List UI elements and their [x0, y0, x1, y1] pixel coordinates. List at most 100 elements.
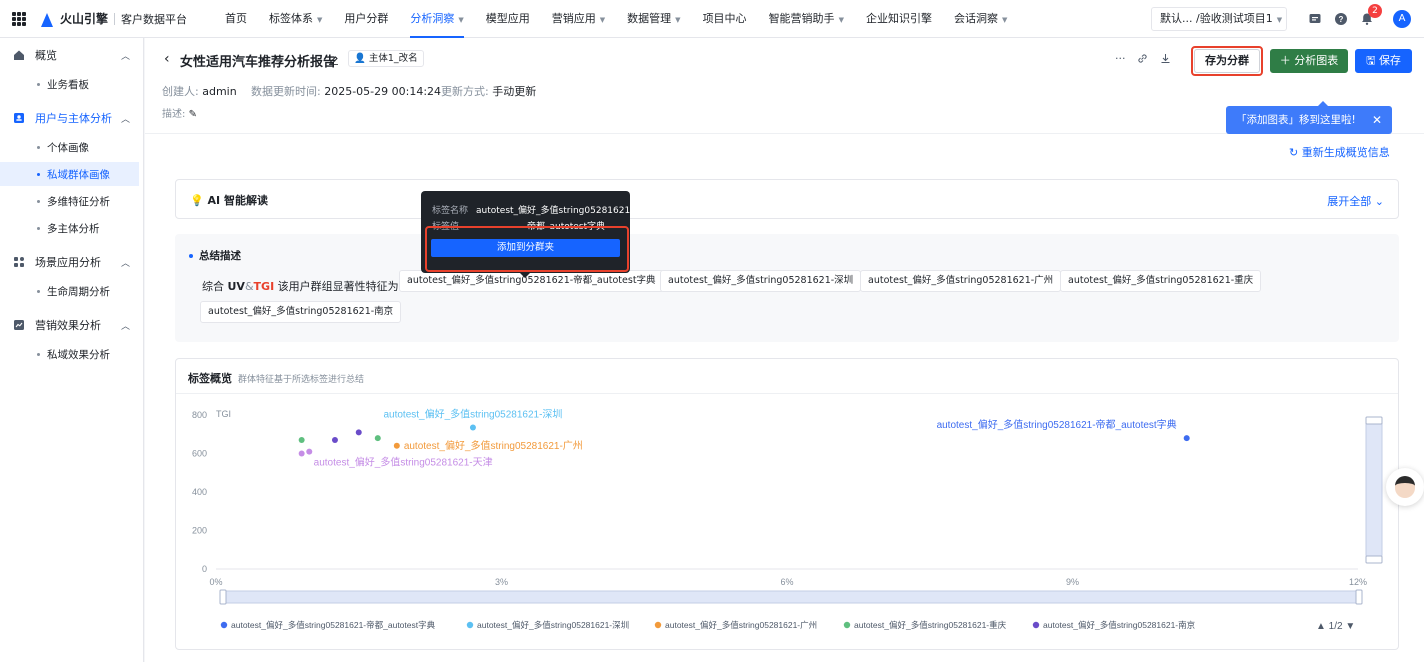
- save-button[interactable]: 🖫 保存: [1355, 49, 1412, 73]
- popover-button-highlight: [425, 226, 629, 272]
- nav-item[interactable]: 模型应用: [475, 0, 541, 38]
- y-range-slider[interactable]: [1365, 420, 1383, 558]
- feature-chip[interactable]: autotest_偏好_多值string05281621-帝都_autotest…: [399, 270, 664, 292]
- scatter-point[interactable]: [355, 429, 362, 436]
- sidebar-item[interactable]: 业务看板: [0, 72, 139, 96]
- feature-chip[interactable]: autotest_偏好_多值string05281621-广州: [860, 270, 1062, 292]
- user-avatar[interactable]: A: [1393, 10, 1411, 28]
- sidebar-item[interactable]: 私域群体画像: [0, 162, 139, 186]
- scatter-point[interactable]: [1183, 435, 1190, 442]
- ai-title-label: AI 智能解读: [207, 194, 268, 207]
- sidebar-group-label: 营销效果分析: [35, 319, 101, 332]
- person-icon: 👤: [354, 53, 366, 64]
- scatter-point[interactable]: [374, 435, 381, 442]
- popover-name-value: autotest_偏好_多值string05281621: [476, 206, 631, 216]
- feature-chip[interactable]: autotest_偏好_多值string05281621-南京: [200, 301, 402, 323]
- nav-item[interactable]: 用户分群: [333, 0, 399, 38]
- legend-marker[interactable]: [654, 621, 662, 629]
- sidebar-group[interactable]: 场景应用分析 ︿: [0, 249, 144, 275]
- sidebar-item[interactable]: 多主体分析: [0, 216, 139, 240]
- sidebar-item[interactable]: 个体画像: [0, 135, 139, 159]
- x-tick-label: 0%: [209, 577, 222, 587]
- popover-arrow: [520, 273, 530, 278]
- slider-handle-top[interactable]: [1365, 416, 1383, 425]
- more-icon[interactable]: ···: [1115, 52, 1126, 65]
- updated-meta: 数据更新时间: 2025-05-29 00:14:24: [251, 83, 441, 99]
- slider-handle-right[interactable]: [1355, 589, 1363, 605]
- sidebar-group[interactable]: 用户与主体分析 ︿: [0, 105, 144, 131]
- nav-item-label: 会话洞察: [953, 12, 998, 25]
- tip-text: 「添加图表」移到这里啦!: [1236, 114, 1356, 126]
- sidebar-group-label: 概览: [35, 49, 57, 62]
- regenerate-overview-button[interactable]: ↻ 重新生成概览信息: [1289, 144, 1390, 160]
- nav-item[interactable]: 标签体系 ▼: [258, 0, 333, 38]
- summary-lead: 综合 UV&TGI 该用户群组显著性特征为:: [202, 278, 402, 294]
- summary-tgi: TGI: [253, 280, 275, 293]
- nav-item[interactable]: 会话洞察 ▼: [943, 0, 1018, 38]
- platform-name: 客户数据平台: [121, 12, 188, 26]
- edit-title-icon[interactable]: [328, 54, 339, 65]
- x-tick-label: 9%: [1066, 577, 1079, 587]
- tgi-scatter-chart[interactable]: 0 200 400 600 800 TGI 0% 3% 6% 9% 12% autotest_偏好_多…: [176, 359, 1398, 649]
- scatter-point[interactable]: [469, 424, 476, 431]
- nav-item[interactable]: 项目中心: [692, 0, 758, 38]
- scatter-point[interactable]: [331, 437, 338, 444]
- sidebar-group[interactable]: 营销效果分析 ︿: [0, 312, 144, 338]
- scatter-point[interactable]: [298, 450, 305, 457]
- nav-item[interactable]: 企业知识引擎: [855, 0, 943, 38]
- subject-tag: 👤 主体1_改名: [348, 50, 424, 67]
- download-icon[interactable]: [1160, 53, 1171, 64]
- help-icon[interactable]: ?: [1334, 12, 1348, 26]
- close-icon[interactable]: ✕: [1372, 106, 1382, 134]
- main-area: ‹ 女性适用汽车推荐分析报告 👤 主体1_改名 创建人: admin 数据更新时…: [145, 38, 1424, 662]
- summary-card: 总结描述 综合 UV&TGI 该用户群组显著性特征为: autotest_偏好_…: [175, 234, 1399, 342]
- slider-handle-left[interactable]: [219, 589, 227, 605]
- sidebar-item[interactable]: 私域效果分析: [0, 342, 139, 366]
- sidebar-group[interactable]: 概览 ︿: [0, 42, 144, 68]
- legend-item[interactable]: autotest_偏好_多值string05281621-深圳: [477, 620, 629, 630]
- expand-all-button[interactable]: 展开全部 ⌄: [1327, 193, 1384, 209]
- legend-item[interactable]: autotest_偏好_多值string05281621-广州: [665, 620, 817, 630]
- scatter-point[interactable]: [306, 448, 313, 455]
- legend-marker[interactable]: [843, 621, 851, 629]
- feature-chip[interactable]: autotest_偏好_多值string05281621-深圳: [660, 270, 862, 292]
- chevron-up-icon: ︿: [120, 51, 130, 62]
- nav-item[interactable]: 分析洞察 ▼: [399, 0, 474, 38]
- nav-item[interactable]: 智能营销助手 ▼: [758, 0, 855, 38]
- project-selector[interactable]: 默认... /验收测试项目1 ▼: [1151, 7, 1287, 31]
- legend-item[interactable]: autotest_偏好_多值string05281621-帝都_autotest…: [231, 620, 436, 630]
- nav-item[interactable]: 首页: [214, 0, 258, 38]
- assistant-avatar[interactable]: [1386, 468, 1424, 506]
- svg-text:?: ?: [1339, 15, 1344, 24]
- slider-handle-bottom[interactable]: [1365, 555, 1383, 564]
- legend-item[interactable]: autotest_偏好_多值string05281621-重庆: [854, 620, 1007, 630]
- plus-icon: ＋: [1279, 54, 1295, 67]
- chevron-down-icon: ⌄: [1374, 195, 1384, 208]
- edit-description-icon[interactable]: ✎: [189, 109, 197, 120]
- description-field[interactable]: 描述: ✎: [162, 105, 197, 120]
- legend-marker[interactable]: [466, 621, 474, 629]
- legend-marker[interactable]: [1032, 621, 1040, 629]
- scatter-point[interactable]: [393, 442, 400, 449]
- nav-item[interactable]: 营销应用 ▼: [541, 0, 616, 38]
- analysis-chart-button[interactable]: ＋ 分析图表: [1270, 49, 1348, 73]
- subject-tag-label: 主体1_改名: [368, 53, 418, 64]
- message-icon[interactable]: [1308, 12, 1322, 26]
- legend-item[interactable]: autotest_偏好_多值string05281621-南京: [1043, 620, 1195, 630]
- sidebar-item[interactable]: 多维特征分析: [0, 189, 139, 213]
- sidebar-item-label: 业务看板: [47, 78, 89, 91]
- back-arrow-icon[interactable]: ‹: [164, 51, 170, 67]
- legend-marker[interactable]: [220, 621, 228, 629]
- link-icon[interactable]: [1137, 53, 1148, 64]
- nav-item[interactable]: 数据管理 ▼: [616, 0, 691, 38]
- legend-pager[interactable]: ▲ 1/2 ▼: [1316, 621, 1355, 632]
- x-range-slider[interactable]: [221, 590, 1361, 604]
- scatter-point[interactable]: [298, 437, 305, 444]
- sidebar-item[interactable]: 生命周期分析: [0, 279, 139, 303]
- feature-chip[interactable]: autotest_偏好_多值string05281621-重庆: [1060, 270, 1262, 292]
- user-card-icon: [14, 113, 24, 123]
- y-tick-label: 0: [202, 564, 207, 574]
- brand-divider: [114, 12, 116, 25]
- x-tick-label: 3%: [495, 577, 508, 587]
- app-grid-icon[interactable]: [12, 11, 26, 26]
